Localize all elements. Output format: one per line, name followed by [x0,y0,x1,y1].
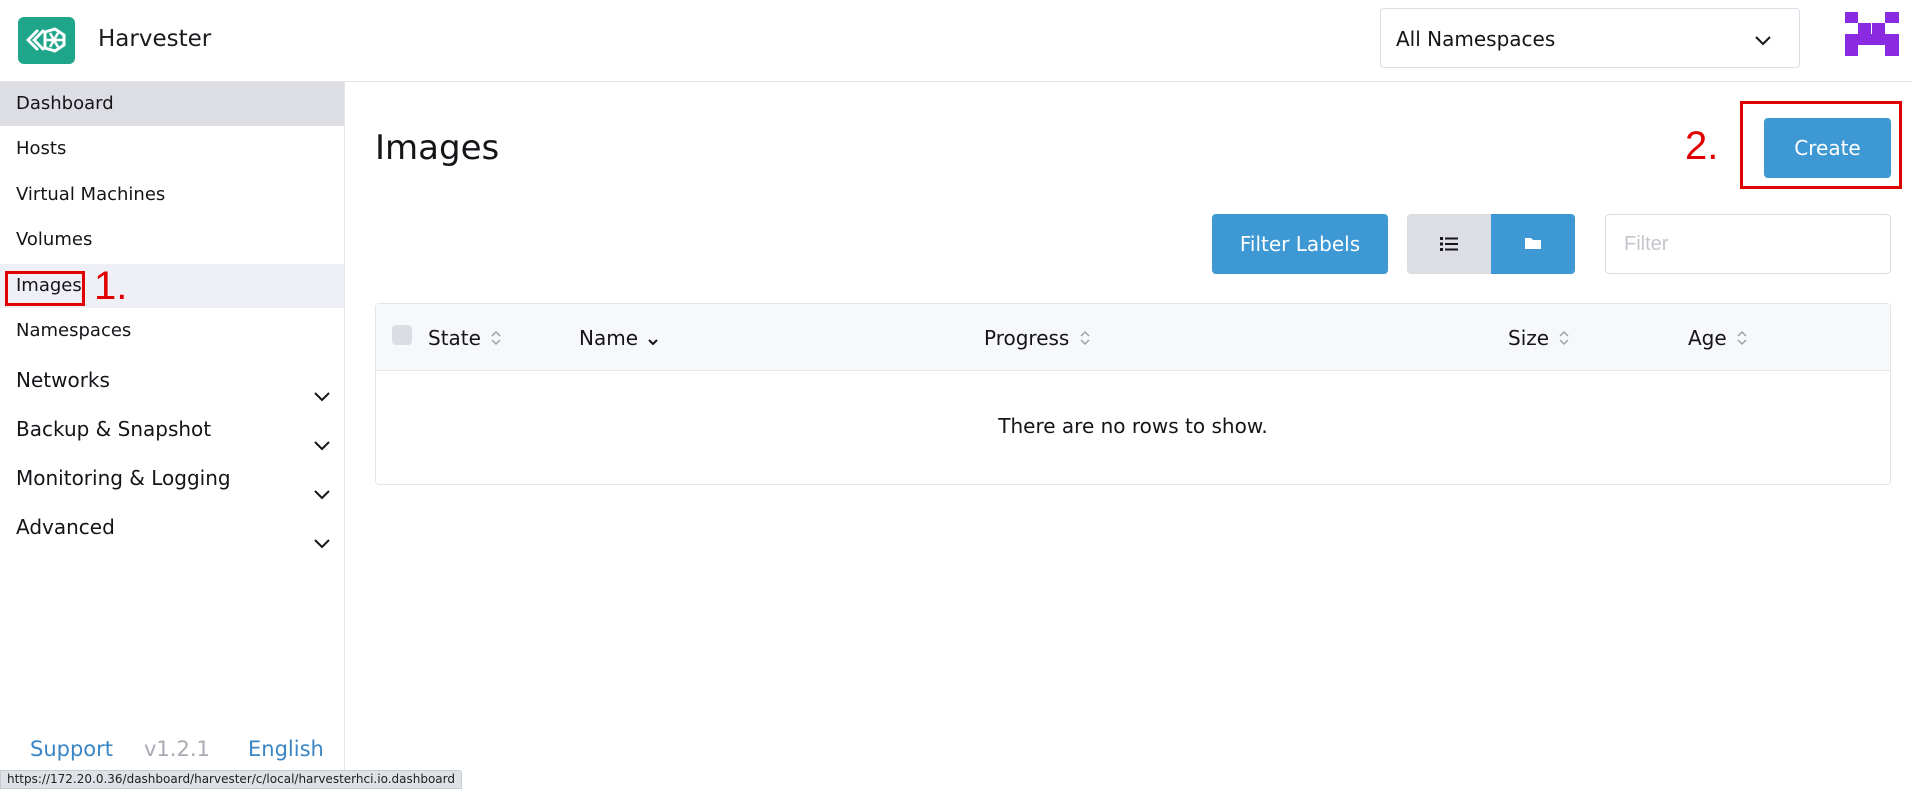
list-view-toggle[interactable] [1407,214,1491,274]
sort-icon [490,328,502,352]
create-button[interactable]: Create [1764,118,1891,178]
status-bar-url: https://172.20.0.36/dashboard/harvester/… [0,770,462,789]
chevron-down-icon [314,520,330,564]
column-header-progress[interactable]: Progress [984,326,1091,352]
column-header-label: State [428,326,481,350]
annotation-highlight-images [5,271,85,306]
select-all-checkbox[interactable] [392,325,412,345]
annotation-step-2: 2. [1685,124,1719,168]
page-title: Images [375,128,500,168]
sidebar-group-advanced[interactable]: Advanced [0,505,344,549]
filter-labels-button[interactable]: Filter Labels [1212,214,1388,274]
brand-name: Harvester [98,26,212,52]
annotation-step-1: 1. [94,264,128,308]
sidebar-item-volumes[interactable]: Volumes [0,218,344,262]
sidebar-item-hosts[interactable]: Hosts [0,127,344,171]
column-header-size[interactable]: Size [1508,326,1570,352]
sidebar: Dashboard Hosts Virtual Machines Volumes… [0,82,345,789]
user-avatar-icon[interactable] [1845,12,1899,56]
sidebar-group-backup-snapshot[interactable]: Backup & Snapshot [0,407,344,451]
top-header: Harvester All Namespaces [0,0,1912,82]
table-header: State Name Progress Size Age [376,304,1890,371]
sidebar-group-networks[interactable]: Networks [0,358,344,402]
sort-icon [1558,328,1570,352]
column-header-name[interactable]: Name [579,326,659,352]
sidebar-item-dashboard[interactable]: Dashboard [0,82,344,126]
namespace-select-value: All Namespaces [1396,27,1556,51]
chevron-down-icon [1755,31,1771,50]
sidebar-item-virtual-machines[interactable]: Virtual Machines [0,173,344,217]
column-header-age[interactable]: Age [1688,326,1748,352]
sort-icon [1736,328,1748,352]
column-header-label: Size [1508,326,1550,350]
filter-input[interactable] [1605,214,1891,274]
sidebar-group-monitoring-logging[interactable]: Monitoring & Logging [0,456,344,500]
support-link[interactable]: Support [30,737,113,761]
empty-table-message: There are no rows to show. [998,414,1268,438]
language-selector[interactable]: English [248,737,324,761]
sidebar-group-label: Backup & Snapshot [16,417,212,441]
harvester-app: Harvester All Namespaces Dashboard Hosts… [0,0,1912,789]
version-label: v1.2.1 [144,737,210,761]
images-table: State Name Progress Size Age There are n… [375,303,1891,485]
sort-desc-icon [647,328,659,352]
sidebar-group-label: Advanced [16,515,115,539]
sidebar-group-label: Networks [16,368,110,392]
column-header-label: Age [1688,326,1727,350]
folder-view-toggle[interactable] [1491,214,1575,274]
sort-icon [1079,328,1091,352]
namespace-select[interactable]: All Namespaces [1380,8,1800,68]
column-header-label: Progress [984,326,1070,350]
sidebar-group-label: Monitoring & Logging [16,466,231,490]
column-header-state[interactable]: State [428,326,502,352]
harvester-logo-icon[interactable] [18,17,75,64]
sidebar-item-namespaces[interactable]: Namespaces [0,309,344,353]
column-header-label: Name [579,326,639,350]
